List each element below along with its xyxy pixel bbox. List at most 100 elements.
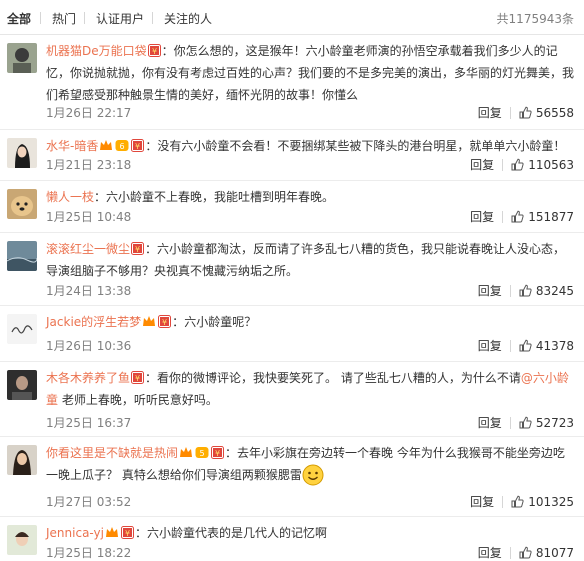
thumbs-up-icon xyxy=(519,106,532,119)
comment-username[interactable]: 水华-暗香 xyxy=(46,139,98,153)
vip-level-icon[interactable]: 5 xyxy=(195,446,209,459)
comment-username[interactable]: 滚滚红尘一微尘 xyxy=(46,242,130,256)
reply-button[interactable]: 回复 xyxy=(470,158,494,172)
like-count: 151877 xyxy=(528,210,574,224)
comment-actions: 回复 83245 xyxy=(478,283,574,299)
red-envelope-icon[interactable]: ¥ xyxy=(131,242,145,255)
svg-text:¥: ¥ xyxy=(152,47,157,56)
action-divider xyxy=(509,547,511,559)
thumbs-up-icon xyxy=(519,284,532,297)
comment-timestamp: 1月25日 10:48 xyxy=(46,210,132,224)
comment-body: 机器猫De万能口袋 ¥ ：你怎么想的，这是猴年！六小龄童老师演的孙悟空承载着我们多少… xyxy=(46,40,576,106)
red-envelope-icon[interactable]: ¥ xyxy=(147,44,161,57)
avatar[interactable] xyxy=(7,445,37,475)
vip-crown-icon[interactable] xyxy=(142,315,156,328)
thumbs-up-icon xyxy=(519,416,532,429)
red-envelope-icon[interactable]: ¥ xyxy=(158,315,172,328)
svg-text:6: 6 xyxy=(120,142,125,151)
svg-text:¥: ¥ xyxy=(125,529,130,538)
comment-text: 六小龄童代表的是几代人的记忆啊 xyxy=(147,526,328,540)
thumbs-up-icon xyxy=(511,495,524,508)
tab-all[interactable]: 全部 xyxy=(7,10,31,27)
comment-actions: 回复 41378 xyxy=(478,338,574,354)
comment-username[interactable]: 机器猫De万能口袋 xyxy=(46,44,147,58)
action-divider xyxy=(502,211,504,223)
comment-colon: ： xyxy=(145,139,158,153)
comment-username[interactable]: Jennica-yj xyxy=(46,526,104,540)
like-count: 41378 xyxy=(535,339,574,353)
vip-crown-icon[interactable] xyxy=(105,526,119,539)
comment-username[interactable]: 懒人一枝 xyxy=(46,190,94,204)
comment-actions: 回复 52723 xyxy=(478,415,574,431)
svg-text:¥: ¥ xyxy=(135,142,140,151)
vip-crown-icon[interactable] xyxy=(179,446,193,459)
reply-button[interactable]: 回复 xyxy=(470,210,494,224)
comment-username[interactable]: 木各木养养了鱼 xyxy=(46,371,130,385)
tab-verified[interactable]: 认证用户 xyxy=(96,10,144,27)
comment-colon: ： xyxy=(172,315,185,329)
avatar[interactable] xyxy=(7,138,37,168)
comment-body: 滚滚红尘一微尘 ¥ ：六小龄童都淘汰，反而请了许多乱七八糟的货色，我只能说春晚让人没… xyxy=(46,238,576,282)
like-button[interactable]: 83245 xyxy=(519,284,574,298)
comment-actions: 回复 151877 xyxy=(470,209,574,225)
comment-username[interactable]: 你看这里是不缺就是热闹 xyxy=(46,446,178,460)
tab-following[interactable]: 关注的人 xyxy=(164,10,212,27)
comment-actions: 回复 81077 xyxy=(478,545,574,561)
tab-divider xyxy=(84,12,85,24)
thumbs-up-icon xyxy=(511,210,524,223)
like-button[interactable]: 101325 xyxy=(511,495,574,509)
comment-item: 水华-暗香 6 ¥ ：没有六小龄童不会看！不要捆绑某些被下降头的港台明星，就单单六小龄… xyxy=(0,130,584,181)
reply-button[interactable]: 回复 xyxy=(478,106,502,120)
like-count: 56558 xyxy=(535,106,574,120)
action-divider xyxy=(509,107,511,119)
comment-item: Jennica-yj ¥ ：六小龄童代表的是几代人的记忆啊 1月25日 18:22 … xyxy=(0,517,584,561)
comment-text: 六小龄童不上春晚，我能吐槽到明年春晚。 xyxy=(106,190,335,204)
thumbs-up-icon xyxy=(519,546,532,559)
tab-hot[interactable]: 热门 xyxy=(52,10,76,27)
red-envelope-icon[interactable]: ¥ xyxy=(131,139,145,152)
reply-button[interactable]: 回复 xyxy=(478,339,502,353)
like-button[interactable]: 56558 xyxy=(519,106,574,120)
comment-body: Jennica-yj ¥ ：六小龄童代表的是几代人的记忆啊 xyxy=(46,522,576,544)
avatar[interactable] xyxy=(7,370,37,400)
like-button[interactable]: 110563 xyxy=(511,158,574,172)
action-divider xyxy=(502,496,504,508)
total-comment-count: 共1175943条 xyxy=(496,12,574,26)
svg-text:5: 5 xyxy=(199,449,204,458)
comment-filter-tabs: 全部 热门 认证用户 关注的人 共1175943条 xyxy=(0,0,584,35)
vip-level-icon[interactable]: 6 xyxy=(115,139,129,152)
action-divider xyxy=(509,417,511,429)
svg-text:¥: ¥ xyxy=(215,449,220,458)
red-envelope-icon[interactable]: ¥ xyxy=(120,526,134,539)
avatar[interactable] xyxy=(7,189,37,219)
avatar[interactable] xyxy=(7,525,37,555)
comment-body: Jackie的浮生若梦 ¥ ：六小龄童呢？ xyxy=(46,311,576,333)
like-button[interactable]: 52723 xyxy=(519,416,574,430)
comment-item: Jackie的浮生若梦 ¥ ：六小龄童呢？ 1月26日 10:36 回复 41378 xyxy=(0,306,584,362)
comment-item: 懒人一枝：六小龄童不上春晚，我能吐槽到明年春晚。 1月25日 10:48 回复 1… xyxy=(0,181,584,233)
svg-text:¥: ¥ xyxy=(162,318,167,327)
avatar[interactable] xyxy=(7,43,37,73)
like-count: 83245 xyxy=(535,284,574,298)
thumbs-up-icon xyxy=(519,339,532,352)
like-count: 52723 xyxy=(535,416,574,430)
comment-item: 机器猫De万能口袋 ¥ ：你怎么想的，这是猴年！六小龄童老师演的孙悟空承载着我们多少… xyxy=(0,35,584,130)
avatar[interactable] xyxy=(7,241,37,271)
comment-text: 没有六小龄童不会看！不要捆绑某些被下降头的港台明星，就单单六小龄童！ xyxy=(157,139,566,153)
vip-crown-icon[interactable] xyxy=(99,139,113,152)
avatar[interactable] xyxy=(7,314,37,344)
comment-text: 六小龄童呢？ xyxy=(184,315,257,329)
like-button[interactable]: 41378 xyxy=(519,339,574,353)
like-button[interactable]: 151877 xyxy=(511,210,574,224)
comment-text: 看你的微博评论，我快要笑死了。 请了些乱七八糟的人，为什么不请 xyxy=(157,371,521,385)
comment-username[interactable]: Jackie的浮生若梦 xyxy=(46,315,141,329)
comment-actions: 回复 56558 xyxy=(478,105,574,121)
comment-timestamp: 1月25日 16:37 xyxy=(46,416,132,430)
reply-button[interactable]: 回复 xyxy=(478,284,502,298)
comment-text: 老师上春晚，听听民意好吗。 xyxy=(58,393,218,407)
like-count: 101325 xyxy=(528,495,574,509)
red-envelope-icon[interactable]: ¥ xyxy=(211,446,225,459)
reply-button[interactable]: 回复 xyxy=(478,416,502,430)
red-envelope-icon[interactable]: ¥ xyxy=(131,371,145,384)
reply-button[interactable]: 回复 xyxy=(470,495,494,509)
